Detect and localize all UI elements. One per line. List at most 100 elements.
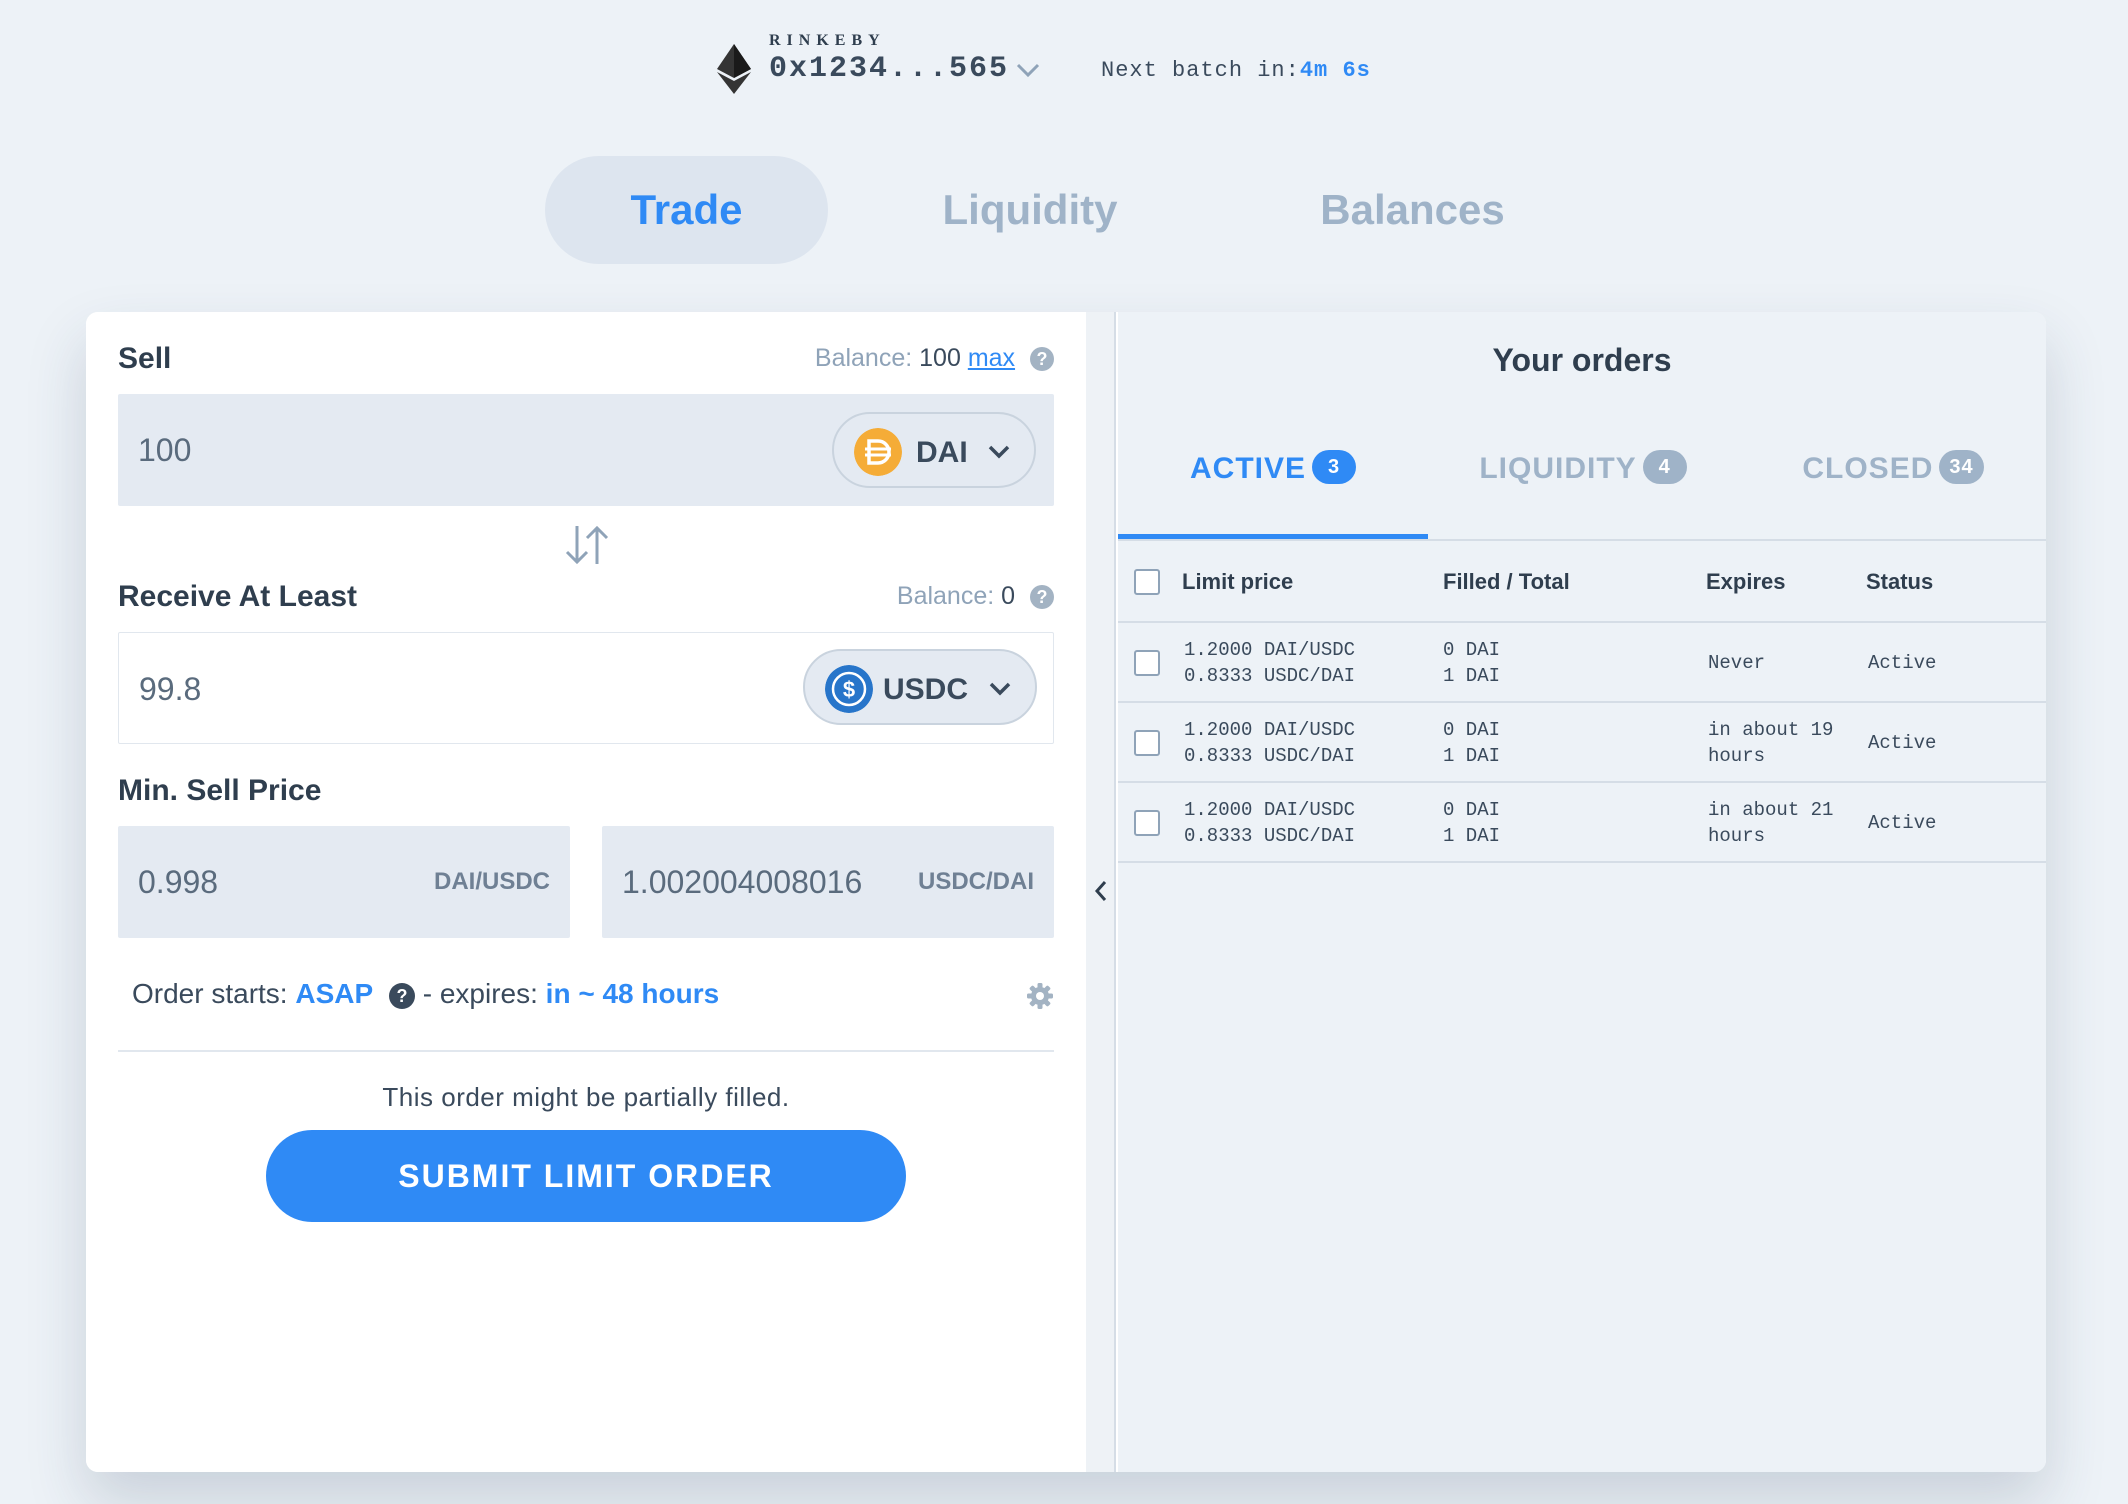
submit-limit-order-button[interactable]: SUBMIT LIMIT ORDER (266, 1130, 906, 1222)
orders-tab-liquidity-label: LIQUIDITY (1479, 452, 1637, 485)
orders-tab-closed-count: 34 (1939, 450, 1984, 485)
column-header: Expires (1706, 569, 1786, 594)
chevron-down-icon (989, 682, 1011, 696)
wallet-address[interactable]: 0x1234...565 (769, 52, 1009, 86)
ethereum-icon (717, 44, 751, 94)
limit-price-cell: 1.2000 DAI/USDC 0.8333 USDC/DAI (1184, 637, 1355, 689)
chevron-down-icon[interactable] (1013, 58, 1043, 82)
price-input-dai-usdc[interactable]: 0.998 DAI/USDC (118, 826, 570, 938)
column-header: Limit price (1182, 569, 1294, 594)
usdc-token-icon: $ (825, 665, 873, 713)
expires-cell: in about 21 hours (1708, 797, 1833, 849)
price-1-value[interactable]: 0.998 (138, 864, 218, 901)
sell-label: Sell (118, 342, 172, 375)
batch-label: Next batch in: (1101, 58, 1300, 83)
column-header: Status (1866, 569, 1934, 594)
tab-trade[interactable]: Trade (545, 156, 828, 264)
row-checkbox[interactable] (1134, 730, 1160, 756)
expires-label: - expires: (422, 978, 538, 1009)
trade-form: Sell Balance: 100 max ? 100 DAI Receive … (86, 312, 1086, 1472)
limit-price-cell: 1.2000 DAI/USDC 0.8333 USDC/DAI (1184, 717, 1355, 769)
status-cell: Active (1868, 812, 1937, 834)
receive-balance-value: 0 (1001, 582, 1016, 610)
dai-token-icon (854, 428, 902, 476)
orders-tab-active-label: ACTIVE (1189, 452, 1306, 485)
price-input-usdc-dai[interactable]: 1.002004008016 USDC/DAI (602, 826, 1054, 938)
sell-balance: Balance: 100 max ? (815, 344, 1054, 373)
price-2-unit: USDC/DAI (917, 868, 1034, 895)
filled-value: 0 DAI (1443, 639, 1501, 661)
orders-tab-active[interactable]: ACTIVE 3 (1148, 450, 1398, 510)
receive-balance: Balance: 0 ? (897, 582, 1054, 611)
sell-token-name: DAI (916, 436, 968, 469)
expires-line: hours (1708, 745, 1766, 767)
table-row[interactable]: 1.2000 DAI/USDC 0.8333 USDC/DAI 0 DAI 1 … (1118, 783, 2046, 863)
order-starts-label: Order starts: (132, 978, 288, 1009)
receive-token-name: USDC (883, 673, 969, 706)
help-icon[interactable]: ? (1030, 347, 1054, 372)
filled-value: 0 DAI (1443, 719, 1501, 741)
sell-amount-field[interactable]: 100 DAI (118, 394, 1054, 506)
total-value: 1 DAI (1443, 825, 1501, 847)
price-1-unit: DAI/USDC (433, 868, 550, 895)
status-cell: Active (1868, 652, 1937, 674)
orders-tab-closed-label: CLOSED (1802, 452, 1934, 485)
orders-tab-liquidity[interactable]: LIQUIDITY 4 (1448, 450, 1718, 510)
receive-amount-field[interactable]: 99.8 $ USDC (118, 632, 1054, 744)
filled-value: 0 DAI (1443, 799, 1501, 821)
total-value: 1 DAI (1443, 665, 1501, 687)
limit-price-line: 0.8333 USDC/DAI (1184, 825, 1356, 847)
price-2-value[interactable]: 1.002004008016 (622, 864, 892, 901)
receive-token-selector[interactable]: $ USDC (803, 649, 1037, 725)
help-icon[interactable]: ? (388, 982, 415, 1009)
main-nav: Trade Liquidity Balances (0, 156, 2128, 264)
min-price-label: Min. Sell Price (118, 774, 322, 807)
expires-line: hours (1708, 825, 1766, 847)
tab-liquidity[interactable]: Liquidity (910, 156, 1150, 264)
swap-arrows-icon[interactable] (559, 522, 615, 568)
expires-cell: Never (1708, 650, 1765, 676)
divider (118, 1050, 1054, 1052)
orders-table-header: Limit price Filled / Total Expires Statu… (1118, 541, 2046, 623)
row-checkbox[interactable] (1134, 650, 1160, 676)
orders-tab-liquidity-count: 4 (1642, 450, 1687, 485)
column-header: Filled / Total (1443, 569, 1570, 594)
table-row[interactable]: 1.2000 DAI/USDC 0.8333 USDC/DAI 0 DAI 1 … (1118, 703, 2046, 783)
table-row[interactable]: 1.2000 DAI/USDC 0.8333 USDC/DAI 0 DAI 1 … (1118, 623, 2046, 703)
chevron-left-icon[interactable] (1092, 878, 1110, 904)
limit-price-line: 1.2000 DAI/USDC (1184, 799, 1356, 821)
expires-line: Never (1708, 652, 1766, 674)
expires-line: in about 19 (1708, 719, 1834, 741)
order-starts-value[interactable]: ASAP (295, 978, 373, 1009)
limit-price-cell: 1.2000 DAI/USDC 0.8333 USDC/DAI (1184, 797, 1355, 849)
network-label: RINKEBY (769, 32, 886, 49)
tab-balances[interactable]: Balances (1300, 156, 1525, 264)
receive-amount-input[interactable]: 99.8 (139, 671, 201, 708)
select-all-checkbox[interactable] (1134, 569, 1160, 595)
total-value: 1 DAI (1443, 745, 1501, 767)
sell-amount-input[interactable]: 100 (138, 432, 191, 469)
status-cell: Active (1868, 732, 1937, 754)
partial-fill-note: This order might be partially filled. (382, 1082, 790, 1112)
batch-timer: Next batch in:4m 6s (1101, 58, 1371, 83)
limit-price-line: 1.2000 DAI/USDC (1184, 719, 1356, 741)
gear-icon[interactable] (1026, 982, 1054, 1010)
sell-balance-value: 100 (919, 344, 961, 372)
svg-text:$: $ (843, 677, 855, 702)
max-link[interactable]: max (968, 344, 1015, 372)
row-checkbox[interactable] (1134, 810, 1160, 836)
orders-tab-closed[interactable]: CLOSED 34 (1768, 450, 2018, 510)
batch-time: 4m 6s (1299, 58, 1371, 83)
filled-total-cell: 0 DAI 1 DAI (1443, 797, 1500, 849)
help-icon[interactable]: ? (1030, 585, 1054, 610)
filled-total-cell: 0 DAI 1 DAI (1443, 717, 1500, 769)
sell-token-selector[interactable]: DAI (832, 412, 1036, 488)
limit-price-line: 0.8333 USDC/DAI (1184, 665, 1356, 687)
trade-card: Sell Balance: 100 max ? 100 DAI Receive … (86, 312, 2046, 1472)
limit-price-line: 0.8333 USDC/DAI (1184, 745, 1356, 767)
expires-value[interactable]: in ~ 48 hours (546, 978, 720, 1009)
header: RINKEBY 0x1234...565 Next batch in:4m 6s (0, 28, 2128, 98)
orders-title: Your orders (1492, 342, 1672, 378)
expires-cell: in about 19 hours (1708, 717, 1833, 769)
chevron-down-icon (988, 445, 1010, 459)
